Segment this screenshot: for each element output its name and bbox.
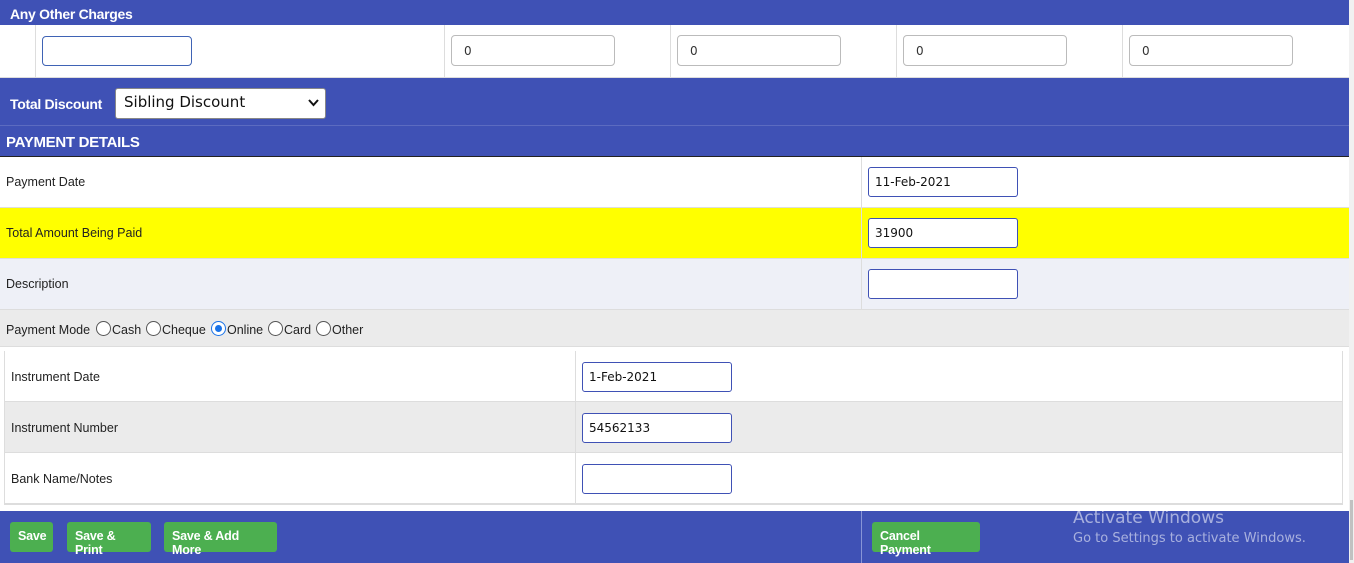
payment-details-title: PAYMENT DETAILS <box>6 134 140 151</box>
save-print-button[interactable]: Save & Print <box>67 522 151 557</box>
save-add-more-button[interactable]: Save & Add More <box>164 522 277 557</box>
column-divider <box>35 25 36 78</box>
total-amount-input[interactable]: 31900 <box>868 218 1018 248</box>
chevron-down-icon <box>308 97 319 110</box>
charge-amount-input-2[interactable]: 0 <box>677 35 841 66</box>
instrument-number-input[interactable]: 54562133 <box>582 413 732 443</box>
payment-mode-label: Payment Mode <box>6 323 91 337</box>
discount-select[interactable]: Sibling Discount <box>115 88 326 119</box>
other-charges-header: Any Other Charges <box>0 0 1349 25</box>
other-charges-title: Any Other Charges <box>10 6 133 22</box>
save-button[interactable]: Save <box>10 522 53 552</box>
instrument-number-label: Instrument Number <box>11 421 118 435</box>
instrument-date-row: Instrument Date 1-Feb-2021 <box>5 351 1342 402</box>
radio-card-label[interactable]: Card <box>284 323 311 337</box>
payment-date-input[interactable]: 11-Feb-2021 <box>868 167 1018 197</box>
bank-notes-label: Bank Name/Notes <box>11 472 113 486</box>
column-divider <box>1122 25 1123 78</box>
radio-other[interactable] <box>316 321 331 336</box>
radio-other-label[interactable]: Other <box>332 323 363 337</box>
payment-details-header: PAYMENT DETAILS <box>0 125 1349 157</box>
description-label: Description <box>6 277 69 291</box>
activate-windows-watermark: Activate Windows Go to Settings to activ… <box>1073 508 1306 546</box>
watermark-subtitle: Go to Settings to activate Windows. <box>1073 531 1306 546</box>
instrument-number-row: Instrument Number 54562133 <box>5 402 1342 453</box>
payment-date-label: Payment Date <box>6 175 86 189</box>
scrollbar-thumb[interactable] <box>1350 500 1353 560</box>
column-divider <box>861 259 862 310</box>
discount-selected-value: Sibling Discount <box>124 93 246 111</box>
charge-amount-input-4[interactable]: 0 <box>1129 35 1293 66</box>
radio-cheque-label[interactable]: Cheque <box>162 323 206 337</box>
charge-amount-input-3[interactable]: 0 <box>903 35 1067 66</box>
bank-notes-row: Bank Name/Notes <box>5 453 1342 504</box>
description-row: Description <box>0 259 1349 310</box>
column-divider <box>861 511 862 563</box>
column-divider <box>575 351 576 402</box>
total-amount-row: Total Amount Being Paid 31900 <box>0 208 1349 259</box>
payment-mode-row: Payment Mode Cash Cheque Online Card Oth… <box>0 310 1349 347</box>
discount-bar: Total Discount Sibling Discount <box>0 78 1349 125</box>
charge-amount-input-1[interactable]: 0 <box>451 35 615 66</box>
instrument-date-label: Instrument Date <box>11 370 100 384</box>
column-divider <box>670 25 671 78</box>
payment-date-row: Payment Date 11-Feb-2021 <box>0 157 1349 208</box>
radio-online[interactable] <box>211 321 226 336</box>
description-input[interactable] <box>868 269 1018 299</box>
radio-cash[interactable] <box>96 321 111 336</box>
column-divider <box>861 208 862 259</box>
column-divider <box>444 25 445 78</box>
radio-cash-label[interactable]: Cash <box>112 323 141 337</box>
instrument-details-panel: Instrument Date 1-Feb-2021 Instrument Nu… <box>4 351 1343 505</box>
column-divider <box>575 402 576 453</box>
watermark-title: Activate Windows <box>1073 508 1224 528</box>
total-discount-label: Total Discount <box>10 96 102 112</box>
radio-card[interactable] <box>268 321 283 336</box>
column-divider <box>896 25 897 78</box>
total-amount-label: Total Amount Being Paid <box>6 226 143 240</box>
cancel-payment-button[interactable]: Cancel Payment <box>872 522 980 557</box>
column-divider <box>861 157 862 208</box>
instrument-date-input[interactable]: 1-Feb-2021 <box>582 362 732 392</box>
charge-name-input[interactable] <box>42 36 192 66</box>
radio-online-label[interactable]: Online <box>227 323 263 337</box>
page-scrollbar[interactable] <box>1349 0 1354 563</box>
other-charges-row: 0 0 0 0 <box>0 25 1349 78</box>
bank-notes-input[interactable] <box>582 464 732 494</box>
radio-cheque[interactable] <box>146 321 161 336</box>
column-divider <box>575 453 576 504</box>
